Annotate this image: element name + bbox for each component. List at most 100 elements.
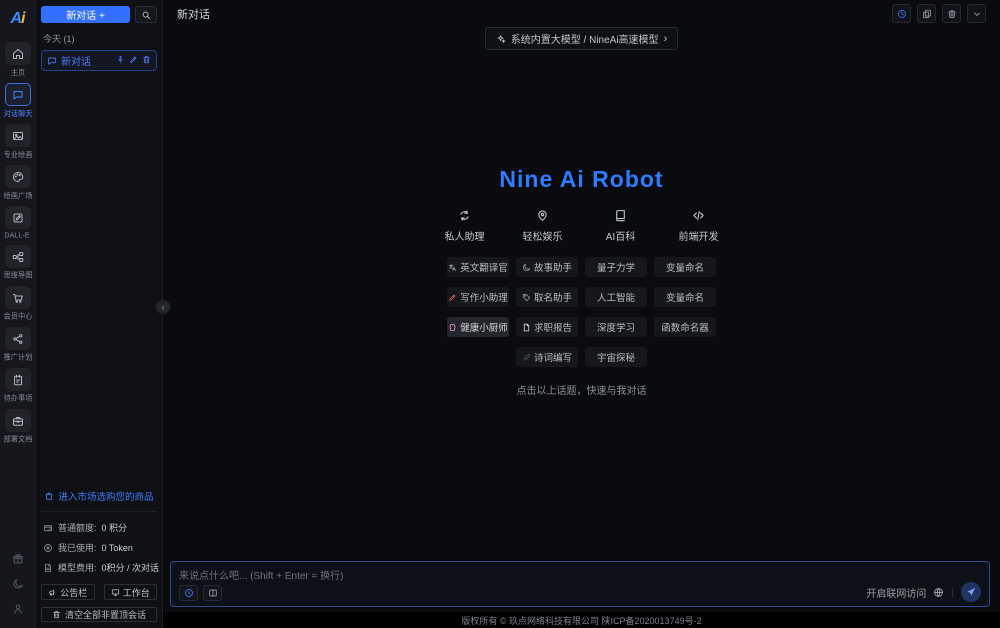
chat-icon bbox=[12, 89, 24, 101]
clear-conversations-button[interactable]: 清空全部非置顶会话 bbox=[41, 607, 157, 622]
monitor-icon bbox=[111, 588, 120, 597]
market-link[interactable]: 进入市场选购您的商品 bbox=[41, 481, 157, 512]
suggestion-chip[interactable]: 英文翻译官 bbox=[447, 257, 509, 277]
rail-item-label: 绘画广场 bbox=[3, 191, 32, 200]
welcome-hero: Nine Ai Robot 私人助理 轻松娱乐 AI百科 前端开发 英文翻译官 故事助手… bbox=[163, 50, 1000, 561]
globe-icon[interactable] bbox=[933, 587, 944, 598]
chat-list-item[interactable]: 新对话 bbox=[41, 50, 157, 71]
location-icon bbox=[536, 209, 549, 222]
main-topbar: 新对话 bbox=[163, 0, 1000, 27]
book-icon bbox=[614, 209, 627, 222]
suggestion-label: 变量命名 bbox=[665, 293, 704, 304]
sidebar-collapse-handle[interactable]: ‹ bbox=[156, 300, 170, 314]
page-title: 新对话 bbox=[177, 8, 210, 21]
topbar-action-history-icon[interactable] bbox=[892, 4, 911, 23]
suggestion-label: 健康小厨师 bbox=[460, 323, 508, 334]
send-button[interactable] bbox=[961, 582, 981, 602]
rail-item-6[interactable]: 会员中心 bbox=[1, 286, 35, 322]
moon-icon[interactable] bbox=[12, 578, 24, 593]
category-3[interactable]: 前端开发 bbox=[676, 209, 722, 243]
pencil-icon[interactable] bbox=[129, 55, 138, 67]
search-button[interactable] bbox=[135, 6, 157, 23]
rail-item-label: 主页 bbox=[10, 68, 25, 77]
suggestion-chip[interactable]: 函数命名器 bbox=[654, 317, 716, 337]
suggestion-label: 函数命名器 bbox=[661, 323, 709, 334]
tool-button-1[interactable]: 工作台 bbox=[103, 584, 157, 600]
new-chat-button[interactable]: 新对话 + bbox=[41, 6, 130, 23]
suggestion-chip[interactable]: 写作小助理 bbox=[447, 287, 509, 307]
gift-icon[interactable] bbox=[12, 553, 24, 568]
category-1[interactable]: 轻松娱乐 bbox=[520, 209, 566, 243]
pencil-icon bbox=[448, 293, 457, 302]
composer-button-columns-icon[interactable] bbox=[203, 585, 222, 601]
tool-button-0[interactable]: 公告栏 bbox=[41, 584, 95, 600]
rail-item-4[interactable]: DALL-E bbox=[1, 206, 35, 240]
mindmap-icon bbox=[12, 251, 24, 263]
suggestion-chip[interactable]: 故事助手 bbox=[516, 257, 578, 277]
suggestion-chip[interactable]: 诗词编写 bbox=[516, 347, 578, 367]
nav-rail: A i 主页对话聊天专业绘画绘画广场 DALL-E 思维导图会员中心推广计划待办事项… bbox=[0, 0, 36, 628]
copy-icon bbox=[922, 9, 932, 19]
suggestion-label: 宇宙探秘 bbox=[596, 353, 635, 364]
feather-icon bbox=[522, 353, 531, 362]
app-logo[interactable]: A i bbox=[10, 0, 25, 32]
rail-item-7[interactable]: 推广计划 bbox=[1, 327, 35, 363]
send-icon bbox=[966, 587, 976, 597]
message-input[interactable] bbox=[179, 567, 981, 585]
wallet-icon bbox=[43, 523, 53, 533]
moon-icon bbox=[522, 263, 531, 272]
suggestion-label: 写作小助理 bbox=[460, 293, 508, 304]
rail-item-label: 思维导图 bbox=[3, 271, 32, 280]
suggestion-chip[interactable]: 求职报告 bbox=[516, 317, 578, 337]
rail-item-2[interactable]: 专业绘画 bbox=[1, 124, 35, 160]
rail-nav: 主页对话聊天专业绘画绘画广场 DALL-E 思维导图会员中心推广计划待办事项部署文档 bbox=[1, 42, 35, 445]
composer-button-history-icon[interactable] bbox=[179, 585, 198, 601]
category-0[interactable]: 私人助理 bbox=[442, 209, 488, 243]
model-banner-label: 系统内置大模型 / NineAi高速模型 bbox=[510, 35, 659, 46]
suggestion-chip[interactable]: 变量命名 bbox=[654, 287, 716, 307]
suggestion-label: 英文翻译官 bbox=[460, 263, 508, 274]
collapse-chevron: ‹ bbox=[161, 302, 165, 312]
trash-icon[interactable] bbox=[142, 55, 151, 67]
rail-item-5[interactable]: 思维导图 bbox=[1, 245, 35, 281]
category-label: 轻松娱乐 bbox=[522, 232, 563, 243]
rail-item-3[interactable]: 绘画广场 bbox=[1, 165, 35, 201]
suggestion-chip[interactable]: 取名助手 bbox=[516, 287, 578, 307]
suggestion-label: 故事助手 bbox=[533, 263, 572, 274]
code-icon bbox=[692, 209, 705, 222]
category-label: 前端开发 bbox=[678, 232, 719, 243]
suggestion-chip[interactable]: 变量命名 bbox=[654, 257, 716, 277]
network-toggle-label[interactable]: 开启联网访问 bbox=[866, 585, 926, 600]
suggestion-chip[interactable]: 人工智能 bbox=[585, 287, 647, 307]
stat-row-0: 普通额度: 0 积分 bbox=[43, 521, 155, 534]
suggestion-label: 深度学习 bbox=[596, 323, 635, 334]
category-row: 私人助理 轻松娱乐 AI百科 前端开发 bbox=[442, 209, 722, 243]
model-banner-row: 系统内置大模型 / NineAi高速模型 › bbox=[163, 27, 1000, 50]
user-icon[interactable] bbox=[12, 603, 24, 618]
suggestion-chip[interactable]: 健康小厨师 bbox=[447, 317, 509, 337]
suggestion-label: 诗词编写 bbox=[533, 353, 572, 364]
topbar-action-trash-icon[interactable] bbox=[942, 4, 961, 23]
gift-icon bbox=[12, 553, 24, 565]
rail-item-8[interactable]: 待办事项 bbox=[1, 368, 35, 404]
rail-item-1[interactable]: 对话聊天 bbox=[1, 83, 35, 119]
stat-value: 0 Token bbox=[101, 542, 133, 553]
pushpin-icon[interactable] bbox=[116, 55, 125, 67]
topbar-action-chevron-down-icon[interactable] bbox=[967, 4, 986, 23]
suggestion-chip[interactable]: 量子力学 bbox=[585, 257, 647, 277]
todo-icon bbox=[12, 374, 24, 386]
trash-icon bbox=[947, 9, 957, 19]
logo-letter-a: A bbox=[10, 10, 22, 27]
clear-conversations-label: 清空全部非置顶会话 bbox=[64, 610, 146, 620]
category-2[interactable]: AI百科 bbox=[598, 209, 644, 243]
pen-square-icon bbox=[12, 212, 24, 224]
category-label: AI百科 bbox=[605, 232, 636, 243]
topbar-action-copy-icon[interactable] bbox=[917, 4, 936, 23]
suggestion-chip[interactable]: 深度学习 bbox=[585, 317, 647, 337]
chevron-down-icon bbox=[972, 9, 982, 19]
rail-item-9[interactable]: 部署文档 bbox=[1, 409, 35, 445]
suggestion-chip[interactable]: 宇宙探秘 bbox=[585, 347, 647, 367]
model-selector-banner[interactable]: 系统内置大模型 / NineAi高速模型 › bbox=[484, 27, 679, 50]
rail-item-0[interactable]: 主页 bbox=[1, 42, 35, 78]
